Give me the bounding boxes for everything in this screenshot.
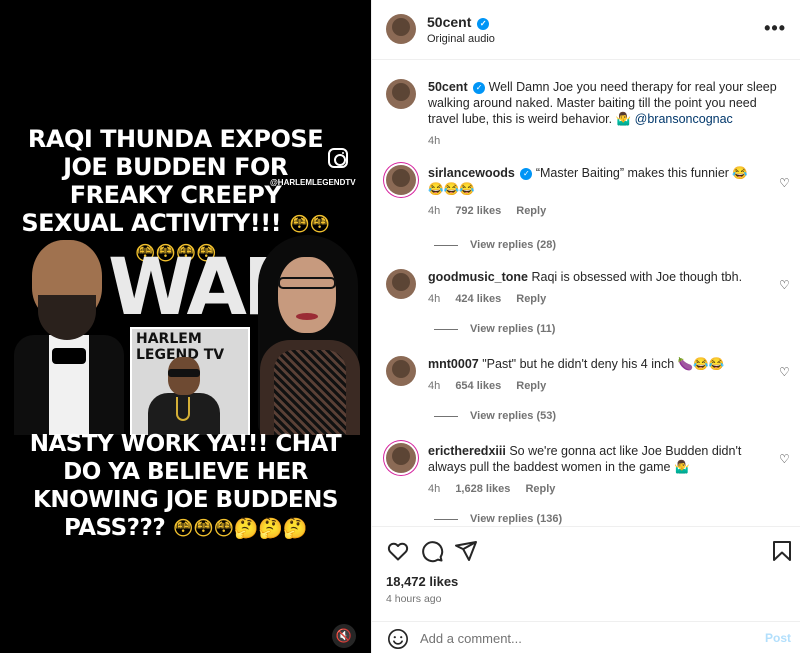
comment-time[interactable]: 4h [428,483,440,495]
speaker-muted-icon: 🔇 [335,628,353,643]
verified-badge-icon: ✓ [477,18,490,30]
caption-meta: 4h [428,133,785,149]
commenter-username-link[interactable]: mnt0007 [428,357,479,371]
view-replies-button[interactable]: View replies (53) [434,410,556,422]
comment-body: goodmusic_tone Raqi is obsessed with Joe… [428,269,761,307]
post-actions: 18,472 likes 4 hours ago Post [372,526,800,653]
commenter-avatar[interactable] [386,443,416,473]
comment-meta: 4h 654 likes Reply [428,378,761,394]
commenter-username-link[interactable]: erictheredxiii [428,444,506,458]
harlem-legend-logo: HARLEM LEGEND TV [130,327,250,435]
verified-badge-icon: ✓ [473,82,486,94]
caption-username-link[interactable]: 50cent [428,80,468,94]
comment-likes[interactable]: 654 likes [455,380,501,392]
caption-time[interactable]: 4h [428,135,440,147]
commenter-username-link[interactable]: goodmusic_tone [428,270,528,284]
author-username-row: 50cent ✓ [427,14,490,30]
comment-time[interactable]: 4h [428,380,440,392]
headline-bottom-emojis: 😳😳😳🤔🤔🤔 [172,516,308,540]
more-options-icon[interactable]: ••• [764,18,786,39]
reply-button[interactable]: Reply [525,483,555,495]
emoji-picker-icon[interactable] [387,628,409,650]
view-replies-button[interactable]: View replies (136) [434,513,562,525]
commenter-avatar[interactable] [386,356,416,386]
comment-likes[interactable]: 792 likes [455,205,501,217]
reply-button[interactable]: Reply [516,293,546,305]
commenter-username-link[interactable]: sirlancewoods [428,166,515,180]
post-header: 50cent ✓ Original audio ••• [372,0,800,60]
audio-label-link[interactable]: Original audio [427,33,495,45]
author-username-link[interactable]: 50cent [427,14,471,30]
post-media[interactable]: RAQI THUNDA EXPOSE JOE BUDDEN FOR FREAKY… [0,0,371,653]
woman-image [240,235,371,435]
comment-text: "Past" but he didn't deny his 4 inch 🍆😂😂 [482,357,725,371]
author-avatar[interactable] [386,14,416,44]
post-timestamp[interactable]: 4 hours ago [386,593,441,605]
view-replies-button[interactable]: View replies (11) [434,323,555,335]
man-in-tuxedo-image [14,240,124,435]
post-comment-button[interactable]: Post [765,631,791,645]
media-headline-bottom: NASTY WORK YA!!! CHAT DO YA BELIEVE HER … [0,430,371,542]
reply-button[interactable]: Reply [516,380,546,392]
comment-likes[interactable]: 1,628 likes [455,483,510,495]
reply-button[interactable]: Reply [516,205,546,217]
comment-time[interactable]: 4h [428,293,440,305]
caption-author-avatar[interactable] [386,79,416,109]
view-replies-button[interactable]: View replies (28) [434,239,556,251]
comment-likes[interactable]: 424 likes [455,293,501,305]
commenter-avatar[interactable] [386,165,416,195]
comment-bubble-icon[interactable] [420,539,444,563]
comment-body: sirlancewoods ✓ “Master Baiting” makes t… [428,165,761,219]
like-comment-heart-icon[interactable]: ♡ [779,453,791,465]
add-comment-row: Post [372,621,800,653]
mention-link[interactable]: @bransoncognac [635,112,733,126]
comment-text: Raqi is obsessed with Joe though tbh. [531,270,743,284]
comment-meta: 4h 1,628 likes Reply [428,481,761,497]
commenter-avatar[interactable] [386,269,416,299]
share-paper-plane-icon[interactable] [454,539,478,563]
likes-count[interactable]: 18,472 likes [386,574,458,589]
like-comment-heart-icon[interactable]: ♡ [779,279,791,291]
instagram-logo-icon [328,148,348,168]
media-photo-collage: WAR HARLEM LEGEND TV [0,235,371,435]
comment-body: erictheredxiii So we're gonna act like J… [428,443,761,497]
post-side-panel: 50cent ✓ Original audio ••• 50cent ✓ Wel… [371,0,800,653]
logo-person-image [148,357,220,435]
like-comment-heart-icon[interactable]: ♡ [779,366,791,378]
verified-badge-icon: ✓ [520,168,533,180]
media-watermark: @HARLEMLEGENDTV [270,178,356,187]
caption-body: 50cent ✓ Well Damn Joe you need therapy … [428,79,785,149]
comment-meta: 4h 424 likes Reply [428,291,761,307]
comment-body: mnt0007 "Past" but he didn't deny his 4 … [428,356,761,394]
add-comment-input[interactable] [420,628,740,648]
comments-list[interactable]: 50cent ✓ Well Damn Joe you need therapy … [372,61,800,526]
save-bookmark-icon[interactable] [770,539,794,563]
like-heart-icon[interactable] [386,539,410,563]
comment-time[interactable]: 4h [428,205,440,217]
comment-meta: 4h 792 likes Reply [428,203,761,219]
mute-toggle-button[interactable]: 🔇 [332,624,356,648]
like-comment-heart-icon[interactable]: ♡ [779,177,791,189]
